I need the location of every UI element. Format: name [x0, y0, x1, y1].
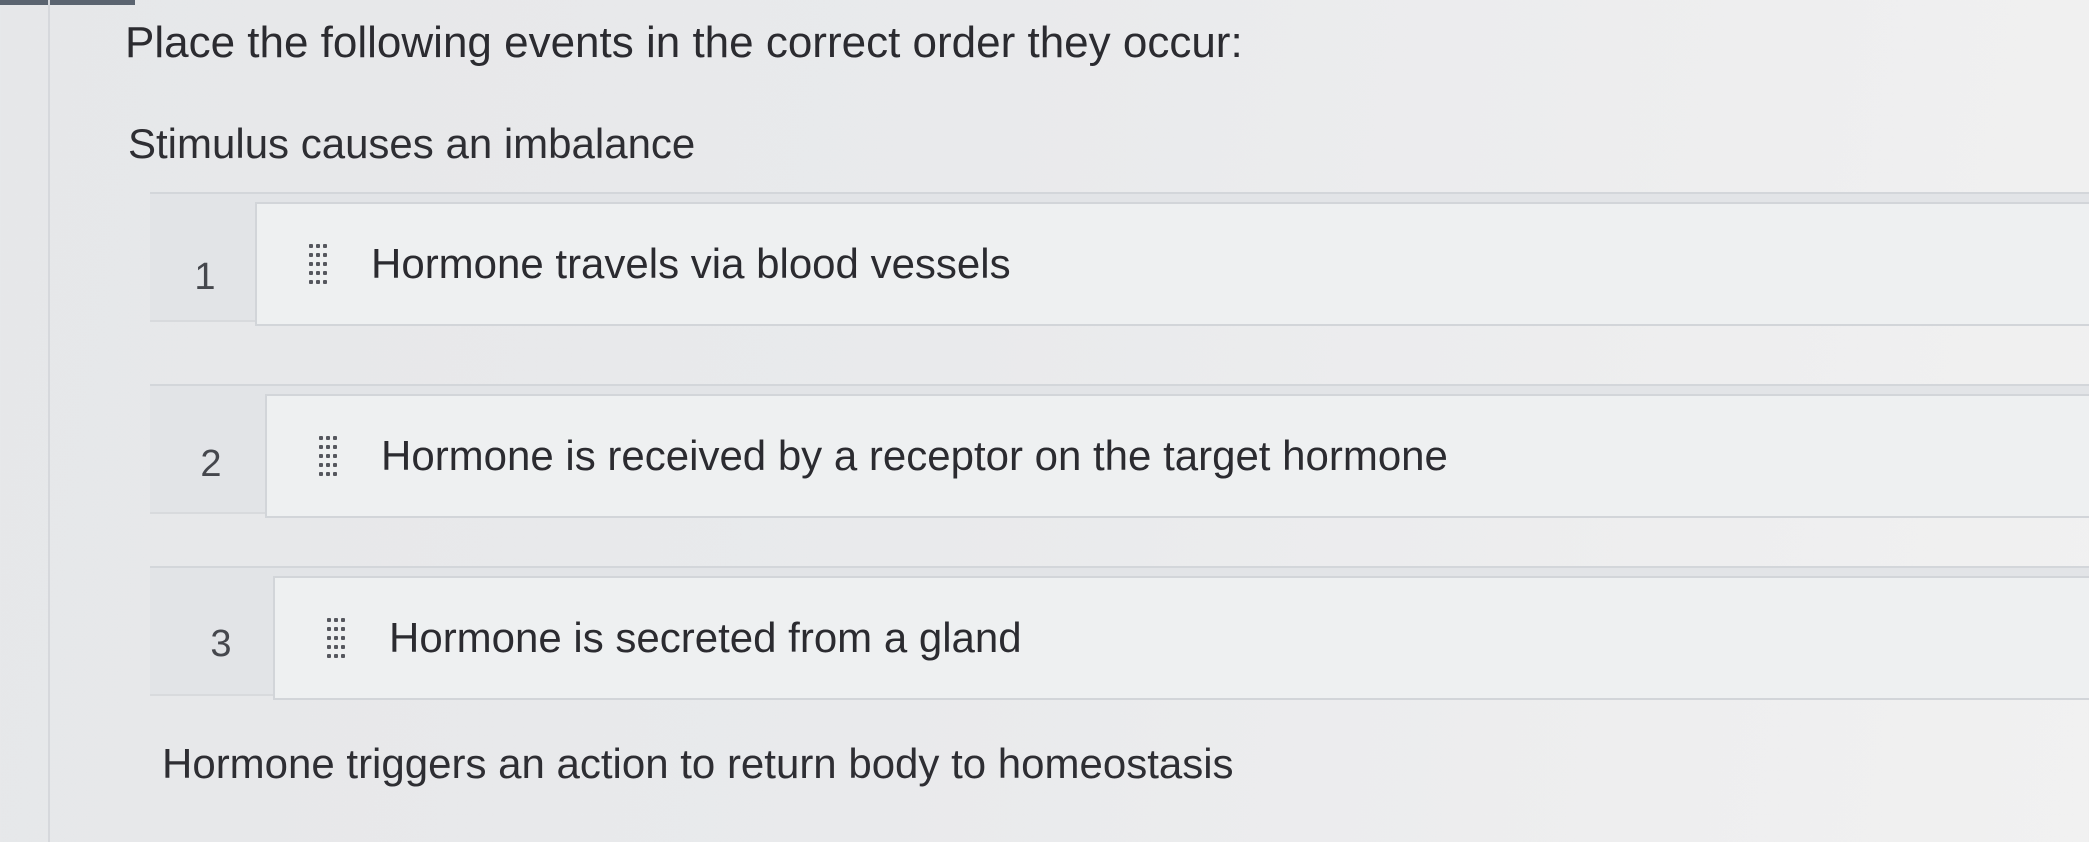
fixed-first-event: Stimulus causes an imbalance — [128, 120, 696, 167]
drag-handle-icon[interactable] — [319, 436, 337, 476]
answer-card-label: Hormone is secreted from a gland — [389, 614, 1022, 661]
position-number: 2 — [200, 443, 222, 485]
drag-handle-icon[interactable] — [327, 618, 345, 658]
position-number: 1 — [194, 256, 216, 298]
answer-card-label: Hormone travels via blood vessels — [371, 240, 1011, 287]
draggable-answer-card[interactable]: Hormone is received by a receptor on the… — [265, 394, 2089, 518]
draggable-answer-card[interactable]: Hormone is secreted from a gland — [273, 576, 2089, 700]
answer-card-label: Hormone is received by a receptor on the… — [381, 432, 1448, 479]
left-divider — [48, 0, 50, 842]
drag-handle-icon[interactable] — [309, 244, 327, 284]
top-accent-bar — [0, 0, 135, 5]
position-number: 3 — [210, 623, 232, 665]
order-row-3: 3 Hormone is secreted from a gland — [150, 566, 2089, 700]
fixed-last-event: Hormone triggers an action to return bod… — [162, 740, 1234, 787]
order-row-1: 1 Hormone travels via blood vessels — [150, 192, 2089, 326]
order-row-2: 2 Hormone is received by a receptor on t… — [150, 384, 2089, 518]
question-prompt: Place the following events in the correc… — [125, 18, 1243, 67]
draggable-answer-card[interactable]: Hormone travels via blood vessels — [255, 202, 2089, 326]
